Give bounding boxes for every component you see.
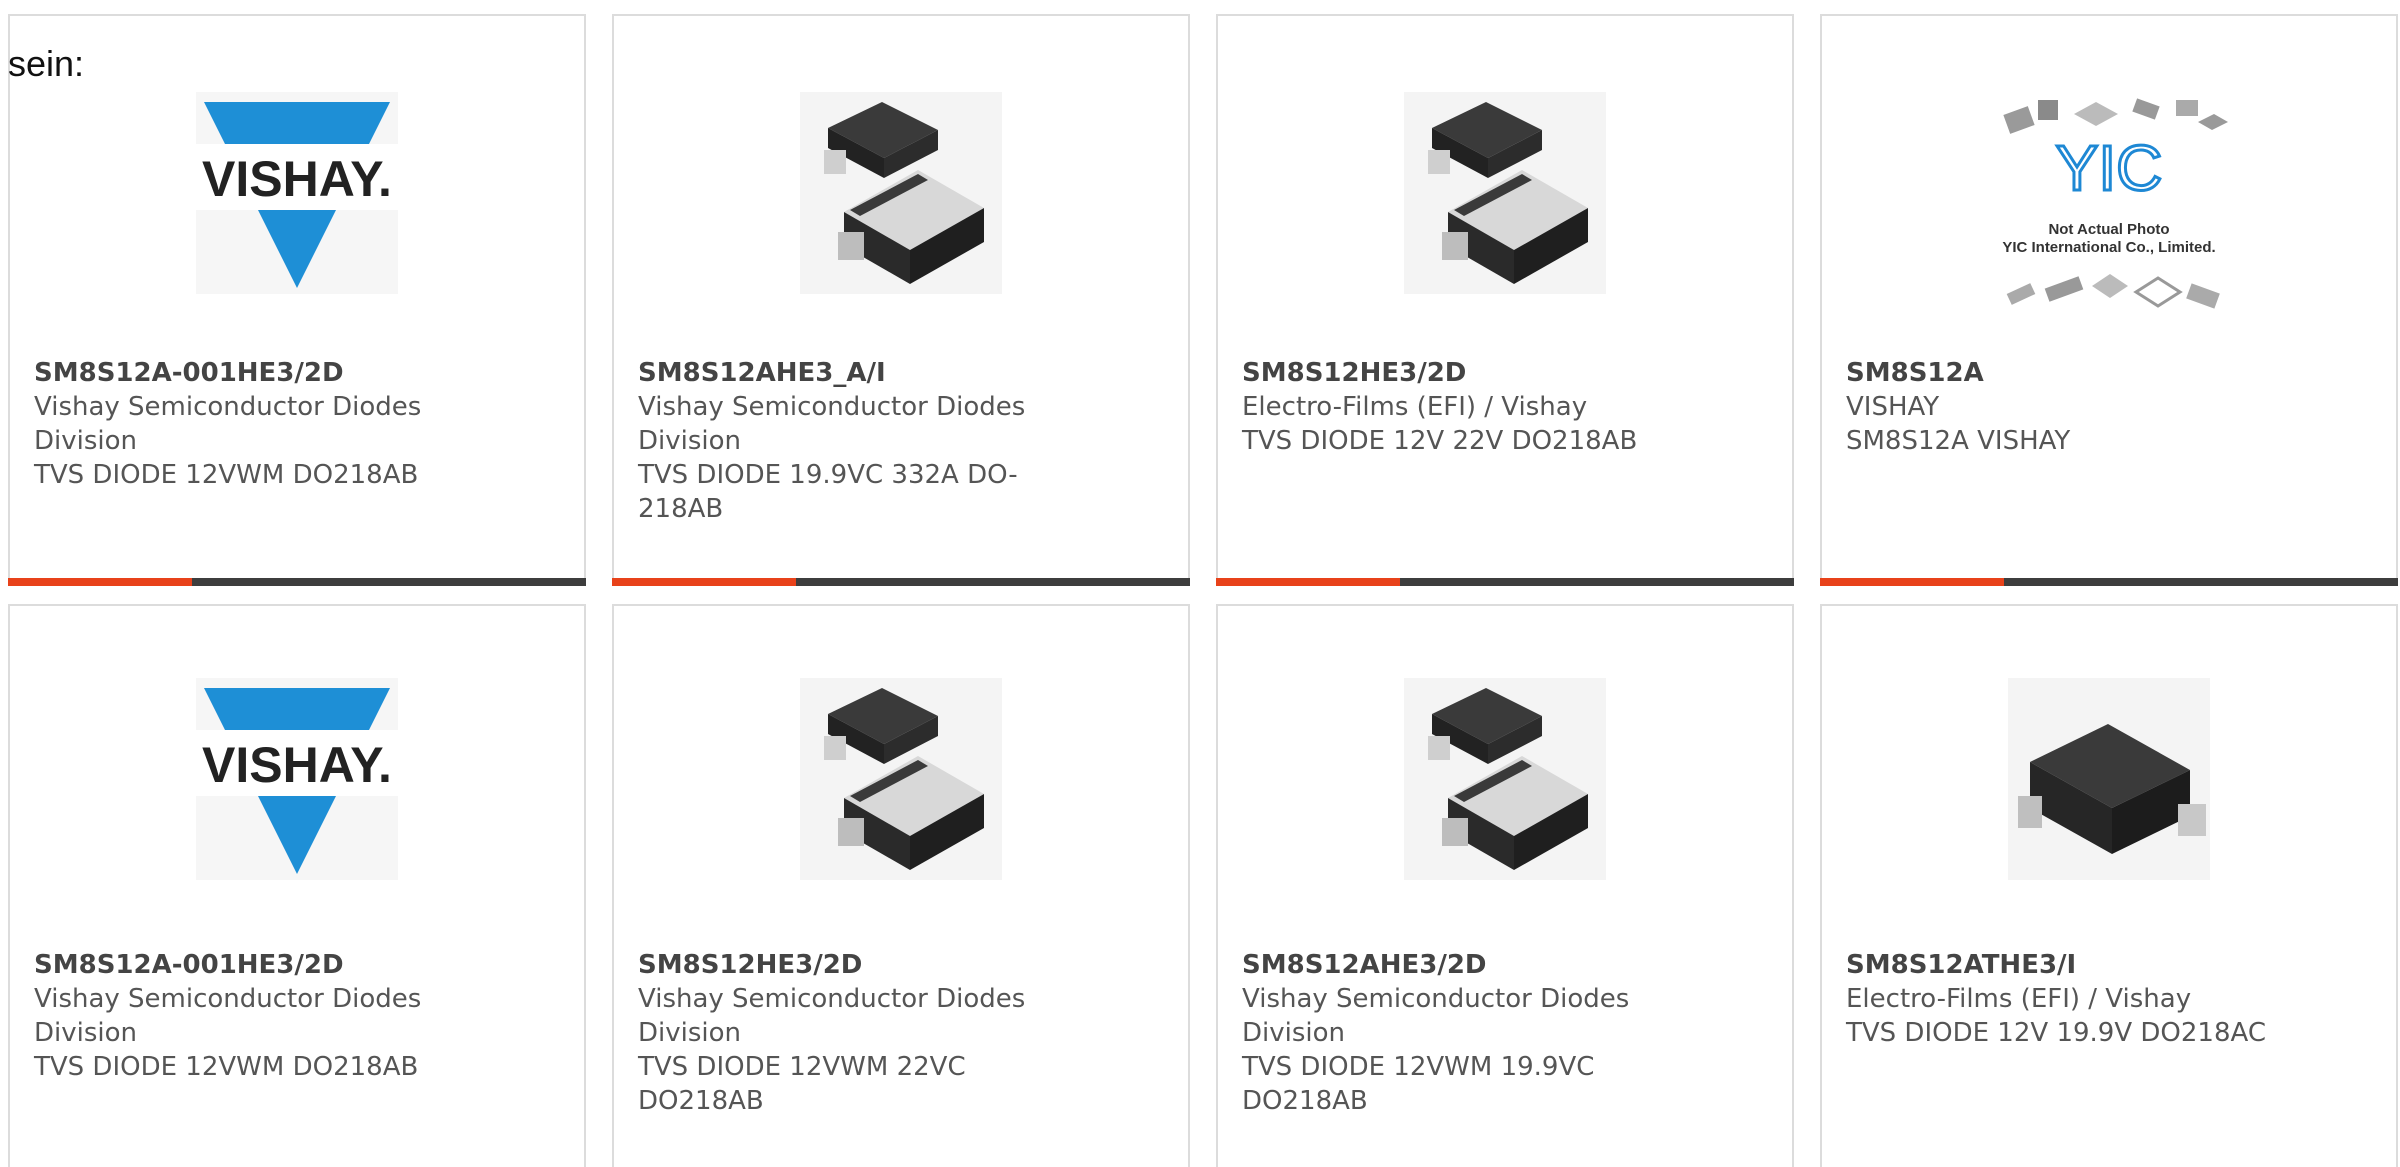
part-number[interactable]: SM8S12A-001HE3/2D (34, 948, 474, 982)
diode-package-image (1404, 678, 1606, 880)
part-number[interactable]: SM8S12HE3/2D (1242, 356, 1682, 390)
product-card[interactable]: SM8S12AHE3_A/I Vishay Semiconductor Diod… (612, 14, 1190, 586)
manufacturer: Vishay Semiconductor Diodes Division (34, 984, 422, 1048)
manufacturer: Electro-Films (EFI) / Vishay (1242, 392, 1588, 422)
manufacturer: Electro-Films (EFI) / Vishay (1846, 984, 2192, 1014)
product-card[interactable]: SM8S12HE3/2D Electro-Films (EFI) / Visha… (1216, 14, 1794, 586)
product-card[interactable]: SM8S12ATHE3/I Electro-Films (EFI) / Vish… (1820, 604, 2398, 1167)
card-accent-bar (612, 578, 1190, 586)
smd-diode-image (2008, 678, 2210, 880)
card-accent-bar (1820, 578, 2398, 586)
diode-package-image (1404, 92, 1606, 294)
diode-package-image (800, 678, 1002, 880)
vishay-logo-text: VISHAY. (202, 737, 392, 793)
description: TVS DIODE 12VWM 19.9VC DO218AB (1242, 1052, 1595, 1116)
part-number[interactable]: SM8S12AHE3/2D (1242, 948, 1682, 982)
product-card[interactable]: VISHAY. SM8S12A-001HE3/2D Vishay Semicon… (8, 604, 586, 1167)
description: TVS DIODE 12VWM DO218AB (34, 460, 419, 490)
description: TVS DIODE 19.9VC 332A DO-218AB (638, 460, 1018, 524)
card-accent-bar (8, 578, 586, 586)
product-card[interactable]: SM8S12AHE3/2D Vishay Semiconductor Diode… (1216, 604, 1794, 1167)
part-number[interactable]: SM8S12AHE3_A/I (638, 356, 1078, 390)
part-number[interactable]: SM8S12A (1846, 356, 2286, 390)
manufacturer: Vishay Semiconductor Diodes Division (34, 392, 422, 456)
card-accent-bar (1216, 578, 1794, 586)
description: TVS DIODE 12VWM DO218AB (34, 1052, 419, 1082)
manufacturer: Vishay Semiconductor Diodes Division (638, 392, 1026, 456)
product-card[interactable]: YIC Not Actual Photo YIC International C… (1820, 14, 2398, 586)
description: TVS DIODE 12V 22V DO218AB (1242, 426, 1638, 456)
part-number[interactable]: SM8S12ATHE3/I (1846, 948, 2286, 982)
manufacturer: Vishay Semiconductor Diodes Division (1242, 984, 1630, 1048)
description: TVS DIODE 12VWM 22VC DO218AB (638, 1052, 966, 1116)
product-card[interactable]: SM8S12HE3/2D Vishay Semiconductor Diodes… (612, 604, 1190, 1167)
part-number[interactable]: SM8S12HE3/2D (638, 948, 1078, 982)
product-card[interactable]: VISHAY. SM8S12A-001HE3/2D Vishay Semicon… (8, 14, 586, 586)
vishay-logo: VISHAY. (196, 678, 398, 880)
intro-text: sein: (8, 43, 85, 84)
manufacturer: VISHAY (1846, 392, 1940, 422)
part-number[interactable]: SM8S12A-001HE3/2D (34, 356, 474, 390)
description: SM8S12A VISHAY (1846, 426, 2071, 456)
vishay-logo: VISHAY. (196, 92, 398, 294)
description: TVS DIODE 12V 19.9V DO218AC (1846, 1018, 2266, 1048)
image-caption: YIC International Co., Limited. (2002, 239, 2215, 256)
diode-package-image (800, 92, 1002, 294)
vishay-logo-text: VISHAY. (202, 151, 392, 207)
manufacturer: Vishay Semiconductor Diodes Division (638, 984, 1026, 1048)
image-caption: Not Actual Photo (2048, 221, 2169, 238)
yic-placeholder-image: YIC Not Actual Photo YIC International C… (1988, 92, 2230, 334)
yic-logo-text: YIC (2056, 132, 2163, 204)
